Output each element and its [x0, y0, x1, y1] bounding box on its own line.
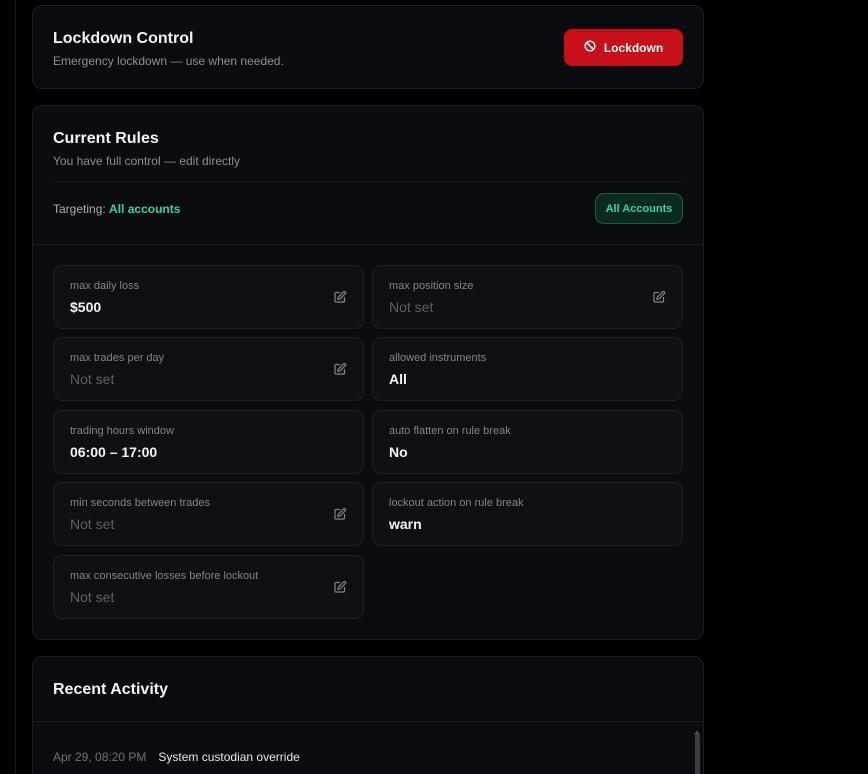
rule-value: No	[389, 444, 408, 460]
rule-value: Not set	[70, 371, 115, 387]
rule-max-daily-loss: max daily loss $500	[53, 265, 364, 329]
rule-label: trading hours window	[70, 425, 174, 437]
rule-value: warn	[389, 516, 422, 532]
rule-min-seconds-between-trades: min seconds between trades Not set	[53, 482, 364, 546]
edit-icon[interactable]	[333, 580, 347, 594]
rule-allowed-instruments: allowed instruments All	[372, 337, 683, 401]
rule-label: min seconds between trades	[70, 497, 211, 509]
rule-value: Not set	[70, 516, 115, 532]
targeting-text: Targeting: All accounts	[53, 202, 180, 216]
rule-label: max consecutive losses before lockout	[70, 570, 259, 582]
edit-icon[interactable]	[333, 362, 347, 376]
rule-label: auto flatten on rule break	[389, 425, 511, 437]
rule-value: Not set	[70, 589, 115, 605]
activity-text: System custodian override	[158, 750, 300, 764]
rule-max-trades-per-day: max trades per day Not set	[53, 337, 364, 401]
rule-label: allowed instruments	[389, 352, 487, 364]
activity-title: Recent Activity	[53, 681, 168, 698]
lockdown-button-label: Lockdown	[603, 40, 664, 55]
rule-auto-flatten: auto flatten on rule break No	[372, 410, 683, 474]
rule-label: max daily loss	[70, 280, 140, 292]
targeting-value: All accounts	[109, 202, 181, 216]
activity-entry: Apr 29, 08:20 PM System custodian overri…	[53, 750, 300, 764]
divider	[33, 244, 703, 245]
activity-time: Apr 29, 08:20 PM	[53, 750, 147, 764]
edit-icon[interactable]	[333, 290, 347, 304]
targeting-label: Targeting:	[53, 202, 106, 216]
rule-value: 06:00 – 17:00	[70, 444, 158, 460]
rule-value: All	[389, 371, 407, 387]
all-accounts-button[interactable]: All Accounts	[595, 193, 683, 224]
rule-max-consecutive-losses: max consecutive losses before lockout No…	[53, 555, 364, 619]
rule-lockout-action: lockout action on rule break warn	[372, 482, 683, 546]
scroll-up-arrow-icon[interactable]	[693, 724, 701, 735]
lockdown-title: Lockdown Control	[53, 30, 194, 47]
rule-value: Not set	[389, 299, 434, 315]
rules-subtitle: You have full control — edit directly	[53, 154, 240, 168]
rule-label: lockout action on rule break	[389, 497, 524, 509]
lockdown-button[interactable]: Lockdown	[564, 29, 683, 66]
rule-value: $500	[70, 299, 102, 315]
rule-label: max trades per day	[70, 352, 165, 364]
activity-card: Recent Activity Apr 29, 08:20 PM System …	[32, 656, 704, 774]
ban-icon	[584, 40, 596, 55]
scrollbar-thumb[interactable]	[695, 734, 700, 774]
rule-trading-hours-window: trading hours window 06:00 – 17:00	[53, 410, 364, 474]
divider	[33, 721, 703, 722]
divider	[53, 181, 683, 182]
rule-max-position-size: max position size Not set	[372, 265, 683, 329]
rule-label: max position size	[389, 280, 474, 292]
lockdown-card: Lockdown Control Emergency lockdown — us…	[32, 5, 704, 89]
edit-icon[interactable]	[333, 507, 347, 521]
rules-title: Current Rules	[53, 130, 159, 147]
rules-card: Current Rules You have full control — ed…	[32, 105, 704, 640]
lockdown-subtitle: Emergency lockdown — use when needed.	[53, 54, 284, 68]
edit-icon[interactable]	[652, 290, 666, 304]
left-rail	[0, 0, 16, 774]
